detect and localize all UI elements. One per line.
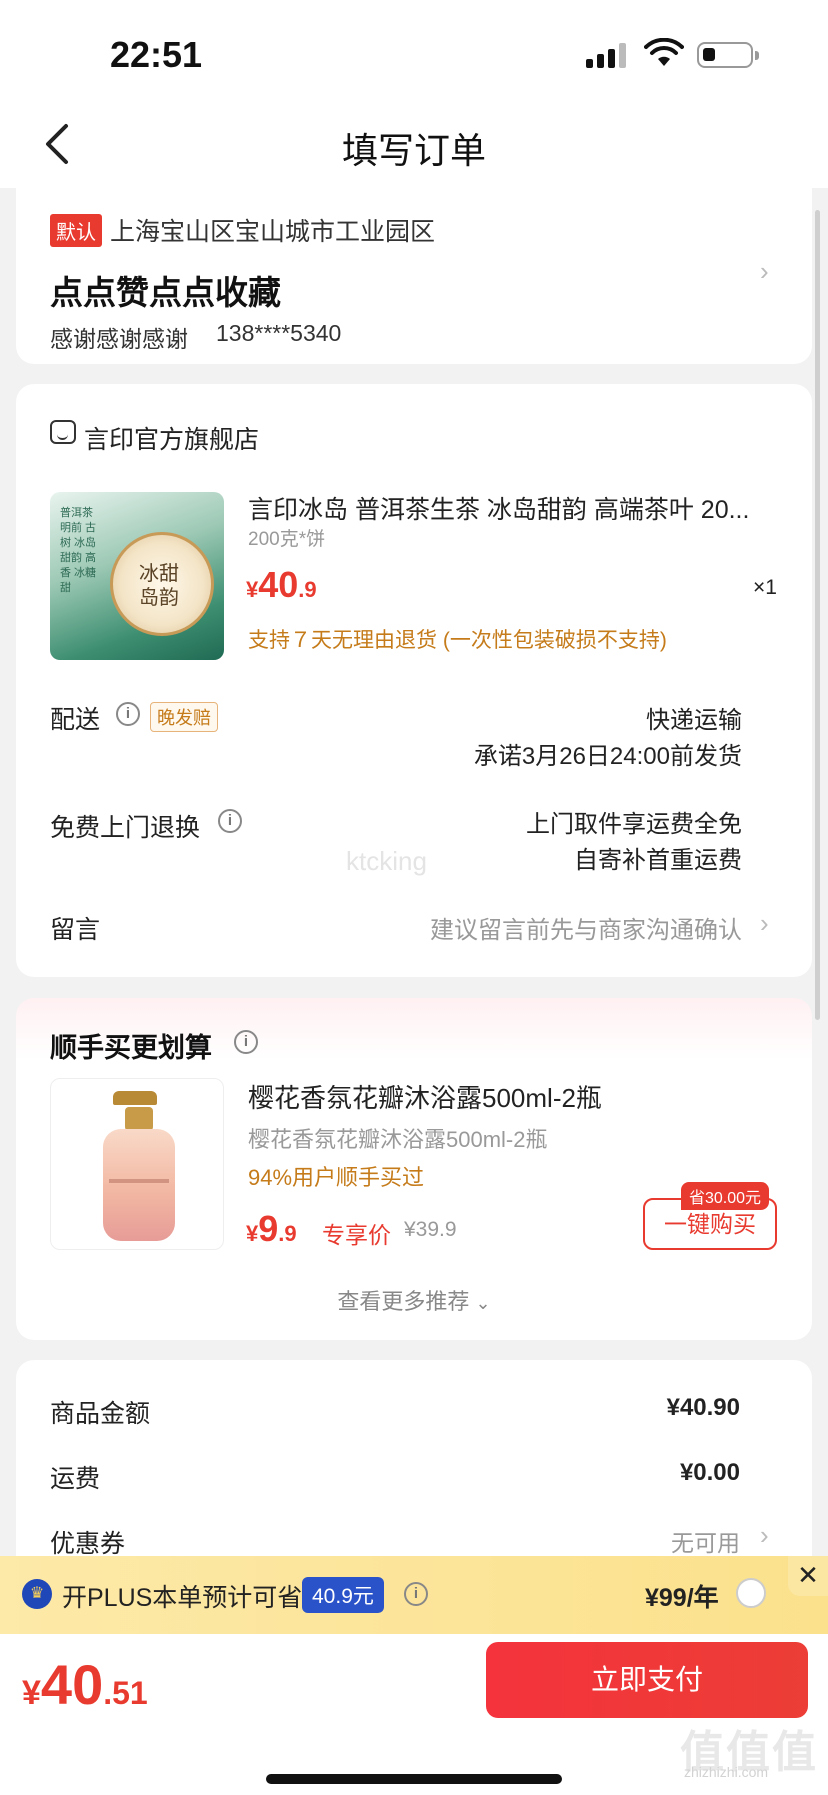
delivery-label: 配送 [50, 706, 101, 734]
chevron-right-icon: › [760, 1520, 769, 1550]
recommend-stat: 94%用户顺手买过 [248, 1165, 425, 1190]
product-price: ¥40.9 [246, 564, 317, 605]
recommendation-info-icon[interactable]: i [234, 1030, 258, 1054]
chevron-right-icon: › [760, 256, 769, 286]
coupon-value[interactable]: 无可用 [671, 1524, 740, 1558]
watermark-text: ktcking [346, 846, 427, 876]
total-price: ¥40.51 [22, 1653, 148, 1716]
product-quantity: ×1 [753, 576, 777, 599]
coupon-label: 优惠券 [50, 1530, 126, 1558]
recommend-product-name[interactable]: 樱花香氛花瓣沐浴露500ml-2瓶 [248, 1078, 602, 1115]
remark-input[interactable]: 建议留言前先与商家沟通确认 [430, 910, 742, 945]
plus-promo-text: 开PLUS本单预计可省 [62, 1584, 303, 1612]
recommend-product-sub: 樱花香氛花瓣沐浴露500ml-2瓶 [248, 1127, 548, 1152]
delivery-method: 快递运输 [646, 707, 742, 734]
delivery-info-icon[interactable]: i [116, 702, 140, 726]
status-bar: 22:51 [0, 0, 828, 100]
recommendation-card: 顺手买更划算 i 樱花香氛花瓣沐浴露500ml-2瓶 樱花香氛花瓣沐浴露500m… [16, 998, 812, 1340]
return-service-line1: 上门取件享运费全免 [526, 811, 742, 838]
more-recommendations-link[interactable]: 查看更多推荐 ⌄ [16, 1284, 812, 1316]
return-policy-note: 支持７天无理由退货 (一次性包装破损不支持) [248, 629, 667, 652]
home-indicator[interactable] [266, 1774, 562, 1784]
return-service-line2: 自寄补首重运费 [574, 847, 742, 874]
exclusive-price-label: 专享价 [322, 1222, 391, 1248]
more-recommendations-label: 查看更多推荐 [337, 1289, 470, 1314]
pay-now-button[interactable]: 立即支付 [486, 1642, 808, 1718]
plus-info-icon[interactable]: i [404, 1582, 428, 1606]
signal-icon [586, 42, 626, 68]
chevron-down-icon: ⌄ [475, 1293, 491, 1313]
free-return-label: 免费上门退换 [50, 814, 201, 842]
site-watermark-url: zhizhizhi.com [684, 1764, 769, 1780]
return-info-icon[interactable]: i [218, 809, 242, 833]
recommend-product-image[interactable] [50, 1078, 224, 1250]
wifi-icon [644, 37, 684, 73]
default-address-tag: 默认 [50, 214, 102, 247]
battery-icon [697, 42, 759, 68]
chevron-right-icon: › [760, 908, 769, 938]
goods-amount-label: 商品金额 [50, 1400, 151, 1428]
scrollbar[interactable] [815, 210, 820, 1020]
original-price: ¥39.9 [404, 1218, 457, 1241]
product-image-text: 冰甜岛韵 [139, 563, 179, 609]
plus-savings-amount: 40.9元 [302, 1577, 384, 1613]
store-icon [50, 420, 76, 444]
product-title[interactable]: 言印冰岛 普洱茶生茶 冰岛甜韵 高端茶叶 20... [248, 490, 788, 526]
plus-annual-price: ¥99/年 [645, 1584, 719, 1612]
plus-select-radio[interactable] [736, 1578, 766, 1608]
save-badge: 省30.00元 [681, 1182, 770, 1210]
delivery-promise: 承诺3月26日24:00前发货 [473, 743, 742, 770]
page-title: 填写订单 [341, 130, 486, 171]
recommend-price: ¥9.9 [246, 1208, 297, 1249]
product-image[interactable]: 普洱茶 明前 古树 冰岛甜韵 高香 冰糖甜 冰甜岛韵 [50, 492, 224, 660]
remark-label: 留言 [50, 916, 101, 944]
address-card[interactable]: 默认 上海宝山区宝山城市工业园区 点点赞点点收藏 感谢感谢感谢 138****5… [16, 188, 812, 364]
close-icon[interactable]: ✕ [788, 1556, 828, 1596]
nav-bar: 填写订单 [0, 100, 828, 188]
product-image-label: 普洱茶 明前 古树 冰岛甜韵 高香 冰糖甜 [60, 507, 97, 594]
store-order-card: 言印官方旗舰店 普洱茶 明前 古树 冰岛甜韵 高香 冰糖甜 冰甜岛韵 言印冰岛 … [16, 384, 812, 977]
plus-promo-bar[interactable]: ♛ 开PLUS本单预计可省 40.9元 i ¥99/年 ✕ [0, 1556, 828, 1634]
recommendation-title: 顺手买更划算 [50, 1033, 212, 1063]
goods-amount-value: ¥40.90 [666, 1394, 740, 1421]
shipping-label: 运费 [50, 1465, 101, 1493]
late-compensation-tag: 晚发赔 [150, 702, 218, 732]
address-detail: 点点赞点点收藏 [50, 274, 281, 311]
address-region: 上海宝山区宝山城市工业园区 [110, 218, 436, 246]
checkout-bar: ¥40.51 立即支付 值值值 zhizhizhi.com [0, 1634, 828, 1795]
store-name[interactable]: 言印官方旗舰店 [84, 420, 259, 456]
shipping-value: ¥0.00 [679, 1459, 740, 1486]
product-spec: 200克*饼 [248, 529, 326, 550]
contact-name: 感谢感谢感谢 [50, 326, 188, 352]
contact-phone: 138****5340 [216, 320, 342, 346]
status-time: 22:51 [110, 34, 203, 75]
crown-icon: ♛ [22, 1579, 52, 1609]
